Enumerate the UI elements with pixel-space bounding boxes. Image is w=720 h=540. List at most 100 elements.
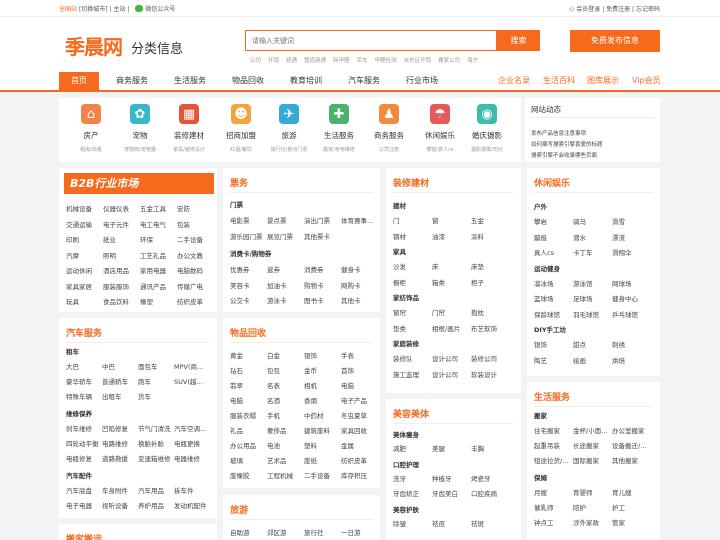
category-link[interactable]: 管家 <box>612 517 651 527</box>
category-link[interactable]: 体育赛事... <box>341 215 376 225</box>
category-link[interactable]: 工程机械 <box>267 470 304 480</box>
category-link[interactable]: 金属 <box>341 440 376 450</box>
category-link[interactable]: 节气门清洗 <box>138 423 174 433</box>
category-link[interactable]: 发动机配件 <box>174 500 210 510</box>
category-link[interactable]: 电脑 <box>341 380 376 390</box>
category-link[interactable]: 安防 <box>177 203 213 213</box>
hot-keyword[interactable]: 开锁 <box>268 58 279 64</box>
category-link[interactable]: 钢材 <box>393 231 432 241</box>
category-link[interactable]: 首饰 <box>341 365 376 375</box>
category-link[interactable]: 黄金 <box>230 350 267 360</box>
category-link[interactable]: 名表 <box>267 380 304 390</box>
site-logo[interactable]: 季晨网 <box>65 31 123 60</box>
category-link[interactable]: 汽车底盘 <box>66 485 102 495</box>
category-link[interactable]: 变速箱维修 <box>138 453 174 463</box>
category-link[interactable]: 跑车 <box>138 376 174 386</box>
category-link[interactable]: MPV(商... <box>174 361 210 371</box>
category-link[interactable]: 护工 <box>612 502 651 512</box>
subsection-title[interactable]: 家具 <box>393 246 406 256</box>
category-link[interactable]: 食品饮料 <box>103 296 140 306</box>
category-link[interactable]: 施工监理 <box>393 369 432 379</box>
category-link[interactable]: 相框/画片 <box>432 323 471 333</box>
category-link[interactable]: 金杯/小面... <box>573 425 612 435</box>
hot-keyword[interactable]: 疏通 <box>286 58 297 64</box>
category-link[interactable]: 面包车 <box>138 361 174 371</box>
category-link[interactable]: 传媒广电 <box>177 281 213 291</box>
category-link[interactable]: 视听设备 <box>102 500 138 510</box>
category-link[interactable]: 沙发 <box>393 261 432 271</box>
category-link[interactable]: 手机 <box>267 410 304 420</box>
section-title[interactable]: 汽车服务 <box>66 326 102 339</box>
category-link[interactable]: 中药材 <box>304 410 341 420</box>
category-link[interactable]: 网购卡 <box>341 280 376 290</box>
category-link[interactable]: 纺织皮革 <box>341 455 376 465</box>
category-link[interactable]: 酒店用品 <box>103 265 140 275</box>
category-link[interactable]: 国际搬家 <box>573 455 612 465</box>
current-site-link[interactable]: 全国站 <box>59 6 77 13</box>
category-link[interactable]: 自助游 <box>230 527 267 537</box>
category-link[interactable]: 二手设备 <box>304 470 341 480</box>
category-link[interactable]: 冬虫夏草 <box>341 410 376 420</box>
category-link[interactable]: 办公文教 <box>177 250 213 260</box>
category-link[interactable]: 蹦极 <box>534 232 573 242</box>
subsection-title[interactable]: 租车 <box>66 346 79 356</box>
category-link[interactable]: 游乐园门票 <box>230 231 267 241</box>
category-link[interactable]: 包装 <box>177 219 213 229</box>
category-link[interactable]: 包包 <box>267 365 304 375</box>
category-link[interactable]: 橱柜 <box>393 277 432 287</box>
category-link[interactable]: 健身卡 <box>341 264 376 274</box>
category-link[interactable]: 垫类 <box>393 323 432 333</box>
category-link[interactable]: 郊区游 <box>267 527 304 537</box>
nav-item-education[interactable]: 教育培训 <box>287 72 325 90</box>
category-link[interactable]: 箱类 <box>432 277 471 287</box>
category-link[interactable]: 库存积压 <box>341 470 376 480</box>
category-link[interactable]: 短途拉货/... <box>534 455 573 465</box>
search-button[interactable]: 搜索 <box>497 30 540 51</box>
category-link[interactable]: 种植牙 <box>432 473 471 483</box>
category-link[interactable]: 电瓶更换 <box>174 438 210 448</box>
category-link[interactable]: 电工电气 <box>140 219 177 229</box>
switch-city-link[interactable]: [切换城市] <box>79 6 108 13</box>
subsection-title[interactable]: DIY手工坊 <box>534 324 566 334</box>
category-link[interactable]: 仪器仪表 <box>103 203 140 213</box>
category-link[interactable]: 二手设备 <box>177 234 213 244</box>
category-link[interactable]: 加油卡 <box>267 280 304 290</box>
subsection-title[interactable]: 维修保养 <box>66 408 92 418</box>
news-item[interactable]: 如何撰写搜索引擎喜爱的标题 <box>531 140 603 148</box>
category-item[interactable]: ♟ 商务服务 公司注册 <box>365 104 413 153</box>
category-item[interactable]: ✚ 生活服务 搬家/家电维修 <box>315 104 363 153</box>
category-link[interactable]: 家具家居 <box>66 281 103 291</box>
nav-item-recycle[interactable]: 物品回收 <box>229 72 267 90</box>
category-item[interactable]: ▦ 装修建材 家具/装修设计 <box>165 104 213 153</box>
category-link[interactable]: 货车 <box>138 391 174 401</box>
category-link[interactable]: 催乳师 <box>534 502 573 512</box>
category-link[interactable]: 漂流 <box>612 232 651 242</box>
category-link[interactable]: 钻石 <box>230 365 267 375</box>
category-link[interactable]: 滑翔伞 <box>612 247 651 257</box>
category-link[interactable]: 交通运输 <box>66 219 103 229</box>
category-link[interactable]: 名酒 <box>267 395 304 405</box>
category-link[interactable]: 滑雪 <box>612 216 651 226</box>
hot-keyword[interactable]: 海宁 <box>467 58 478 64</box>
category-item[interactable]: ⌂ 房产 租房/出租 <box>67 104 115 153</box>
category-link[interactable]: 门 <box>393 215 432 225</box>
category-link[interactable]: 返券 <box>267 264 304 274</box>
category-link[interactable]: 装修队 <box>393 353 432 363</box>
category-link[interactable]: 门帘 <box>432 307 471 317</box>
category-link[interactable]: 艺术品 <box>267 455 304 465</box>
nav-item-life[interactable]: 生活服务 <box>171 72 209 90</box>
category-link[interactable]: 设备搬迁/... <box>612 440 651 450</box>
hot-keyword[interactable]: 吊车 <box>357 58 368 64</box>
category-link[interactable]: 设计公司 <box>432 369 471 379</box>
nav-link-companies[interactable]: 企业名录 <box>498 72 530 90</box>
hot-keyword[interactable]: 管道疏通 <box>304 58 326 64</box>
category-link[interactable]: 网球场 <box>612 278 651 288</box>
section-title[interactable]: 物品回收 <box>230 326 266 339</box>
category-link[interactable]: 景点票 <box>267 215 304 225</box>
subsection-title[interactable]: 门票 <box>230 199 243 209</box>
category-link[interactable]: 玻璃 <box>230 455 267 465</box>
subsection-title[interactable]: 保姆 <box>534 472 547 482</box>
hot-keyword[interactable]: 甲醛检测 <box>375 58 397 64</box>
category-link[interactable]: 足球场 <box>573 293 612 303</box>
category-link[interactable]: 其他搬家 <box>612 455 651 465</box>
